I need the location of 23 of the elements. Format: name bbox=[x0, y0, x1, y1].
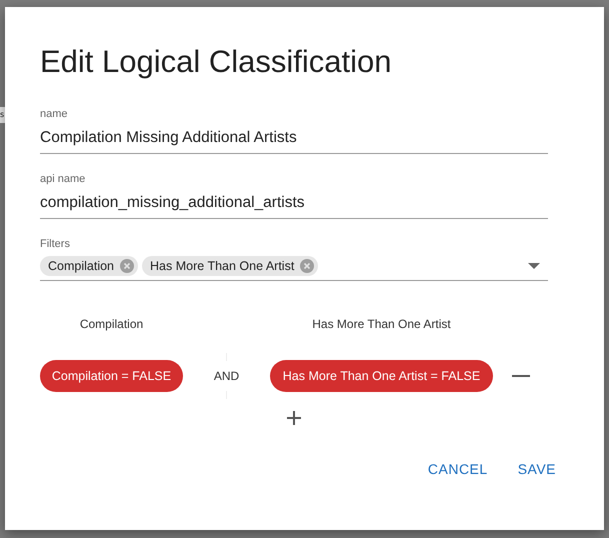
add-icon[interactable] bbox=[287, 411, 301, 425]
condition-pill[interactable]: Compilation = FALSE bbox=[40, 360, 183, 392]
column-heading: Has More Than One Artist bbox=[311, 317, 452, 331]
text-field[interactable]: compilation_missing_additional_artists bbox=[40, 190, 548, 219]
operator-label: AND bbox=[214, 369, 240, 383]
chip-label: Compilation bbox=[48, 259, 114, 273]
text-field[interactable]: Compilation Missing Additional Artists bbox=[40, 125, 548, 154]
dropdown-caret-icon[interactable] bbox=[528, 263, 540, 269]
remove-icon[interactable] bbox=[300, 259, 314, 273]
filter-chip[interactable]: Compilation bbox=[40, 256, 138, 276]
field-label: Filters bbox=[40, 237, 71, 251]
condition-pill[interactable]: Has More Than One Artist = FALSE bbox=[270, 360, 493, 392]
filter-chip[interactable]: Has More Than One Artist bbox=[142, 256, 318, 276]
background-text: s bbox=[0, 107, 5, 123]
field-label: name bbox=[40, 107, 69, 121]
field-label: api name bbox=[40, 172, 86, 186]
chip-label: Has More Than One Artist bbox=[150, 259, 294, 273]
column-heading: Compilation bbox=[78, 317, 144, 331]
text-button[interactable]: SAVE bbox=[518, 457, 556, 481]
filter-select-field[interactable]: Compilation Has More Than One Artist bbox=[40, 255, 548, 281]
text-button[interactable]: CANCEL bbox=[428, 457, 488, 481]
remove-icon[interactable] bbox=[120, 259, 134, 273]
dialog-title: Edit Logical Classification bbox=[40, 43, 393, 81]
